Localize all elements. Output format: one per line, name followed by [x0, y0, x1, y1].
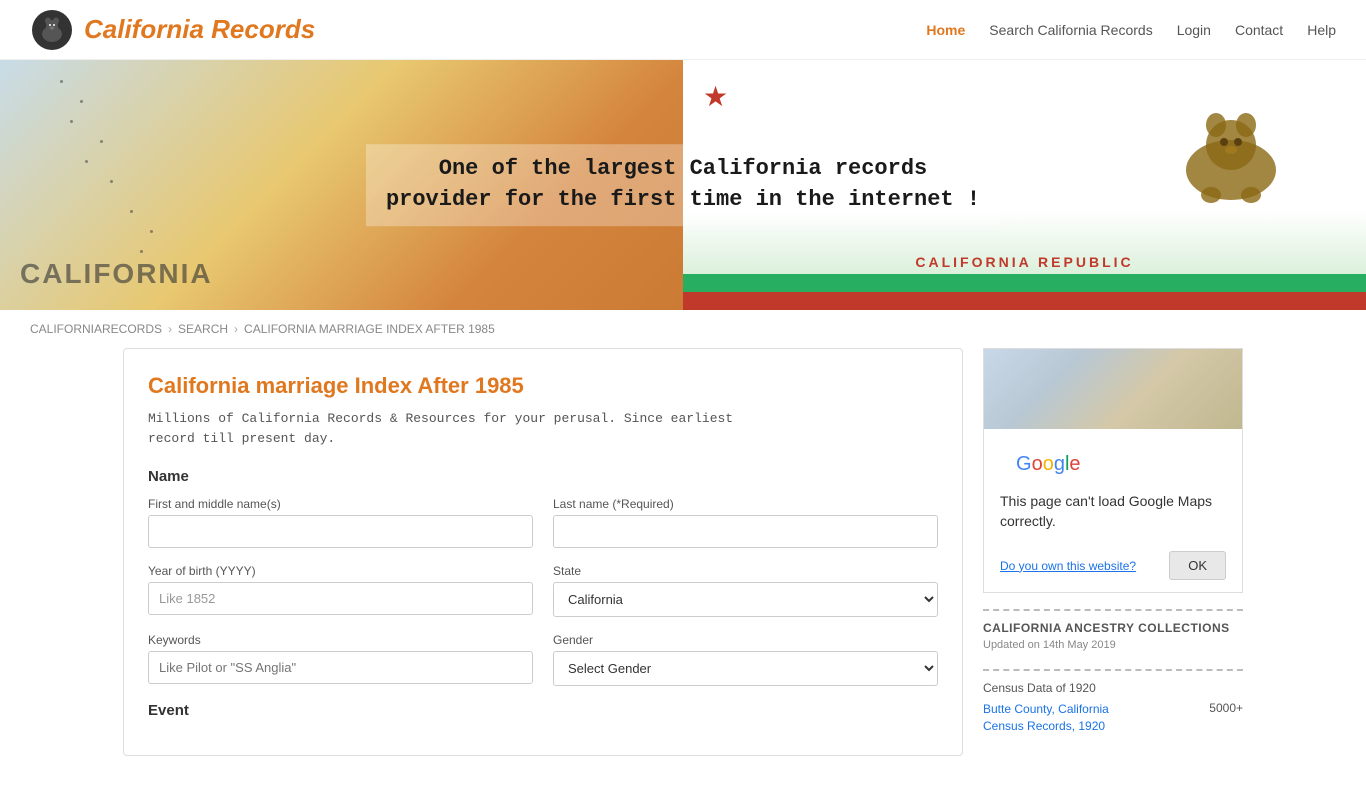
name-section: Name First and middle name(s) Last name …: [148, 468, 938, 548]
name-label: Name: [148, 468, 938, 485]
google-error-text: This page can't load Google Maps correct…: [984, 484, 1242, 543]
state-label: State: [553, 564, 938, 578]
form-title: California marriage Index After 1985: [148, 373, 938, 399]
map-thumbnail: ⌨ Map data ©2022 Google, INEGI Terms of …: [984, 349, 1242, 429]
year-group: Year of birth (YYYY): [148, 564, 533, 617]
nav-login[interactable]: Login: [1177, 22, 1211, 38]
ancestry-title: CALIFORNIA ANCESTRY COLLECTIONS: [983, 621, 1243, 635]
name-row: First and middle name(s) Last name (*Req…: [148, 497, 938, 548]
collection-item: Butte County, California Census Records,…: [983, 701, 1243, 735]
first-name-group: First and middle name(s): [148, 497, 533, 548]
state-select[interactable]: CaliforniaAlabamaAlaskaArizonaArkansasCo…: [553, 582, 938, 617]
event-label: Event: [148, 702, 938, 719]
header: California Records Home Search Californi…: [0, 0, 1366, 60]
event-section: Event: [148, 702, 938, 719]
main-nav: Home Search California Records Login Con…: [926, 22, 1336, 38]
last-name-label: Last name (*Required): [553, 497, 938, 511]
gender-select[interactable]: Select GenderMaleFemale: [553, 651, 938, 686]
keywords-label: Keywords: [148, 633, 533, 647]
collection-link[interactable]: Butte County, California Census Records,…: [983, 701, 1201, 735]
first-name-label: First and middle name(s): [148, 497, 533, 511]
flag-star: ★: [703, 80, 728, 113]
nav-search[interactable]: Search California Records: [989, 22, 1152, 38]
breadcrumb: CALIFORNIARECORDS › SEARCH › CALIFORNIA …: [0, 310, 1366, 348]
state-group: State CaliforniaAlabamaAlaskaArizonaArka…: [553, 564, 938, 617]
last-name-group: Last name (*Required): [553, 497, 938, 548]
nav-contact[interactable]: Contact: [1235, 22, 1283, 38]
census-heading: Census Data of 1920: [983, 681, 1243, 695]
google-error-content: Google: [984, 429, 1242, 484]
hero-banner: CALIFORNIA CALIFORNIA REPUBLIC ★ One of …: [0, 60, 1366, 310]
form-section: California marriage Index After 1985 Mil…: [123, 348, 963, 756]
site-title: California Records: [84, 14, 315, 45]
google-error-actions: Do you own this website? OK: [984, 543, 1242, 592]
logo-bear-icon: [30, 8, 74, 52]
year-input[interactable]: [148, 582, 533, 615]
breadcrumb-sep-2: ›: [234, 322, 238, 336]
collection-count: 5000+: [1209, 701, 1243, 715]
ancestry-updated: Updated on 14th May 2019: [983, 639, 1243, 651]
nav-home[interactable]: Home: [926, 22, 965, 38]
main-content: California marriage Index After 1985 Mil…: [93, 348, 1273, 786]
hero-text-overlay: One of the largest California records pr…: [366, 144, 1000, 226]
logo-area: California Records: [30, 8, 315, 52]
breadcrumb-current: CALIFORNIA MARRIAGE INDEX AFTER 1985: [244, 322, 495, 336]
hero-bear-icon: [1156, 90, 1306, 210]
sidebar: ⌨ Map data ©2022 Google, INEGI Terms of …: [983, 348, 1243, 756]
google-logo-text: Google: [1000, 441, 1226, 480]
gender-group: Gender Select GenderMaleFemale: [553, 633, 938, 686]
breadcrumb-home[interactable]: CALIFORNIARECORDS: [30, 322, 162, 336]
last-name-input[interactable]: [553, 515, 938, 548]
breadcrumb-search[interactable]: SEARCH: [178, 322, 228, 336]
collection-list: Butte County, California Census Records,…: [983, 701, 1243, 735]
year-state-row: Year of birth (YYYY) State CaliforniaAla…: [148, 564, 938, 617]
form-subtitle: Millions of California Records & Resourc…: [148, 409, 938, 448]
year-label: Year of birth (YYYY): [148, 564, 533, 578]
keywords-group: Keywords: [148, 633, 533, 686]
gender-label: Gender: [553, 633, 938, 647]
google-ok-button[interactable]: OK: [1169, 551, 1226, 580]
hero-flag-text: CALIFORNIA REPUBLIC: [915, 254, 1133, 270]
first-name-input[interactable]: [148, 515, 533, 548]
hero-main-text: One of the largest California records pr…: [386, 156, 980, 212]
keywords-input[interactable]: [148, 651, 533, 684]
nav-help[interactable]: Help: [1307, 22, 1336, 38]
ancestry-collections: CALIFORNIA ANCESTRY COLLECTIONS Updated …: [983, 609, 1243, 671]
hero-map-label: CALIFORNIA: [20, 258, 213, 290]
google-own-link[interactable]: Do you own this website?: [1000, 559, 1136, 573]
keywords-gender-row: Keywords Gender Select GenderMaleFemale: [148, 633, 938, 686]
breadcrumb-sep-1: ›: [168, 322, 172, 336]
google-maps-error-box: ⌨ Map data ©2022 Google, INEGI Terms of …: [983, 348, 1243, 593]
